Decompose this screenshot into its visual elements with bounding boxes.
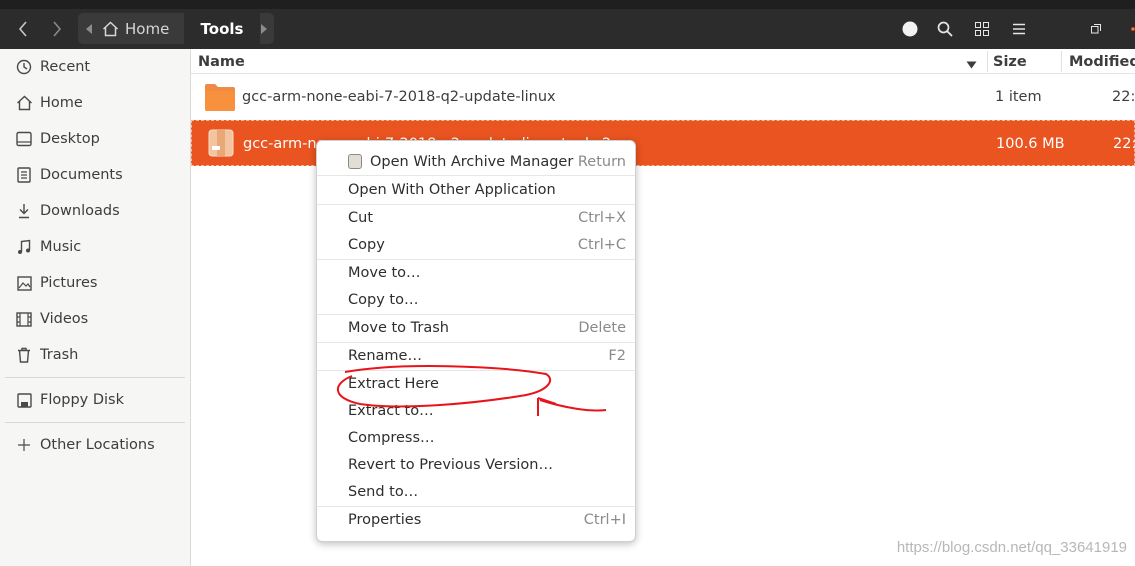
circle-highlight-mark: [336, 365, 552, 408]
watermark-text: https://blog.csdn.net/qq_33641919: [896, 539, 1127, 556]
red-annotation: [336, 365, 607, 416]
